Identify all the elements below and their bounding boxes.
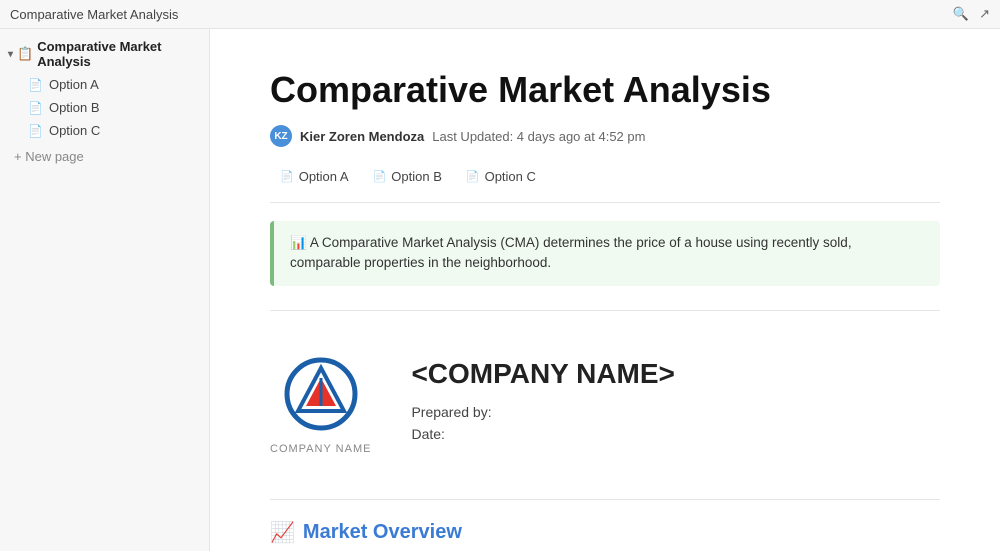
divider-1 [270, 310, 940, 311]
sidebar-root-item[interactable]: ▾ 📋 Comparative Market Analysis [0, 35, 209, 73]
topbar-icons[interactable]: 🔍 ↗ [953, 6, 990, 22]
new-page-label: + New page [14, 149, 84, 164]
sidebar-root-label: Comparative Market Analysis [37, 39, 201, 69]
main-layout: ▾ 📋 Comparative Market Analysis 📄 Option… [0, 29, 1000, 551]
tab-label-c: Option C [485, 169, 536, 184]
new-page-button[interactable]: + New page [0, 144, 209, 169]
company-section: COMPANY NAME <COMPANY NAME> Prepared by:… [270, 331, 940, 479]
tabs-row: 📄 Option A 📄 Option B 📄 Option C [270, 165, 940, 203]
tab-icon-a: 📄 [280, 170, 294, 183]
page-icon: 📄 [28, 101, 43, 115]
sidebar-page-icon: 📋 [17, 46, 33, 62]
tab-label-b: Option B [391, 169, 442, 184]
page-icon: 📄 [28, 78, 43, 92]
company-name-placeholder[interactable]: <COMPANY NAME> [411, 358, 940, 390]
content-area: Comparative Market Analysis KZ Kier Zore… [210, 29, 1000, 551]
tab-icon-c: 📄 [466, 170, 480, 183]
search-icon[interactable]: 🔍 [953, 6, 969, 22]
date-label: Date: [411, 426, 940, 442]
market-overview-emoji: 📈 [270, 520, 295, 545]
sidebar-item-option-a[interactable]: 📄 Option A [0, 73, 209, 96]
divider-2 [270, 499, 940, 500]
sidebar-item-label: Option B [49, 100, 100, 115]
info-box: 📊 A Comparative Market Analysis (CMA) de… [270, 221, 940, 286]
tab-option-a[interactable]: 📄 Option A [270, 165, 359, 188]
sidebar-item-option-b[interactable]: 📄 Option B [0, 96, 209, 119]
company-info: <COMPANY NAME> Prepared by: Date: [411, 358, 940, 448]
sidebar-item-label: Option A [49, 77, 99, 92]
company-logo [271, 351, 371, 441]
company-logo-wrap: COMPANY NAME [270, 351, 371, 455]
market-overview-header: 📈 Market Overview [270, 520, 940, 545]
tab-option-b[interactable]: 📄 Option B [363, 165, 452, 188]
info-box-text: A Comparative Market Analysis (CMA) dete… [290, 235, 852, 270]
page-icon: 📄 [28, 124, 43, 138]
tab-label-a: Option A [299, 169, 349, 184]
sidebar-item-option-c[interactable]: 📄 Option C [0, 119, 209, 142]
tab-icon-b: 📄 [373, 170, 387, 183]
chevron-icon: ▾ [8, 49, 13, 60]
sidebar-item-label: Option C [49, 123, 100, 138]
info-box-emoji: 📊 [290, 235, 307, 250]
author-row: KZ Kier Zoren Mendoza Last Updated: 4 da… [270, 125, 940, 147]
last-updated: Last Updated: 4 days ago at 4:52 pm [432, 129, 645, 144]
market-overview-title: Market Overview [303, 521, 462, 544]
sidebar: ▾ 📋 Comparative Market Analysis 📄 Option… [0, 29, 210, 551]
prepared-by-label: Prepared by: [411, 404, 940, 420]
top-bar: Comparative Market Analysis 🔍 ↗ [0, 0, 1000, 29]
page-title: Comparative Market Analysis [270, 69, 940, 111]
share-icon[interactable]: ↗ [979, 6, 990, 22]
tab-option-c[interactable]: 📄 Option C [456, 165, 546, 188]
company-logo-label: COMPANY NAME [270, 443, 371, 455]
author-name: Kier Zoren Mendoza [300, 129, 424, 144]
topbar-title: Comparative Market Analysis [10, 7, 178, 22]
avatar: KZ [270, 125, 292, 147]
